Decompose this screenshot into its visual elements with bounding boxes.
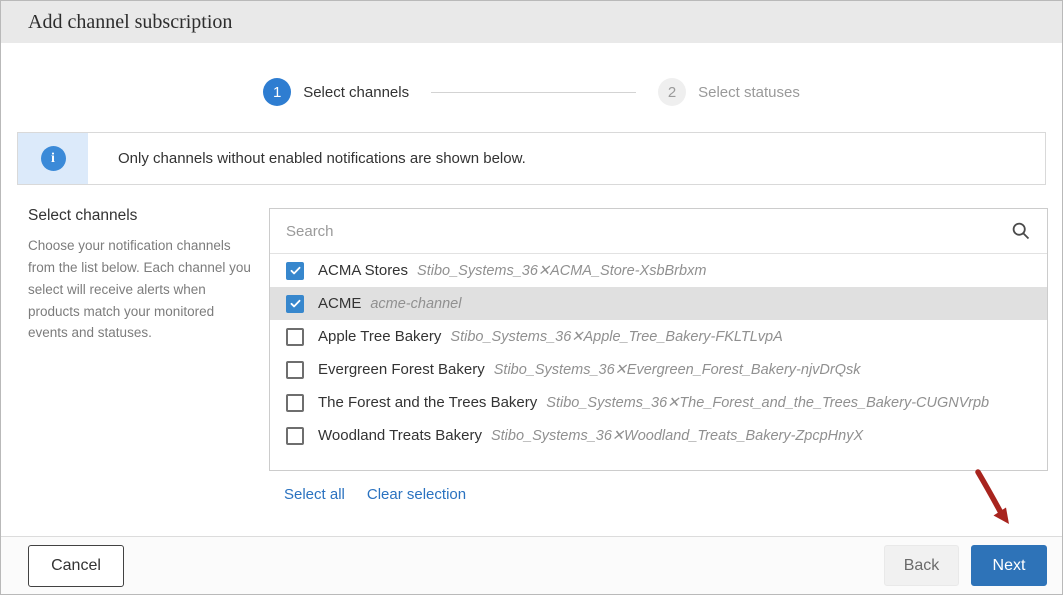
cancel-button[interactable]: Cancel bbox=[28, 545, 124, 587]
channel-name: ACME bbox=[318, 295, 361, 312]
sidebar-heading: Select channels bbox=[28, 207, 256, 225]
select-channels-sidebar: Select channels Choose your notification… bbox=[28, 207, 256, 344]
channel-checkbox[interactable] bbox=[286, 427, 304, 445]
channel-row[interactable]: Evergreen Forest Bakery Stibo_Systems_36… bbox=[270, 353, 1047, 386]
back-button[interactable]: Back bbox=[884, 545, 959, 586]
channel-checkbox[interactable] bbox=[286, 361, 304, 379]
channel-checkbox[interactable] bbox=[286, 394, 304, 412]
red-arrow-annotation bbox=[964, 463, 1024, 535]
info-banner-text: Only channels without enabled notificati… bbox=[118, 150, 526, 167]
dialog-header: Add channel subscription bbox=[1, 1, 1062, 43]
search-row bbox=[270, 209, 1047, 254]
clear-selection-link[interactable]: Clear selection bbox=[367, 486, 466, 503]
step-1-label: Select channels bbox=[303, 84, 409, 101]
channel-list-panel: ACMA Stores Stibo_Systems_36✕ACMA_Store-… bbox=[269, 208, 1048, 471]
next-button[interactable]: Next bbox=[971, 545, 1047, 586]
channel-row[interactable]: Apple Tree Bakery Stibo_Systems_36✕Apple… bbox=[270, 320, 1047, 353]
stepper-connector-line bbox=[431, 92, 636, 93]
dialog-title: Add channel subscription bbox=[28, 11, 232, 34]
search-input[interactable] bbox=[286, 223, 1011, 240]
channel-row[interactable]: ACMA Stores Stibo_Systems_36✕ACMA_Store-… bbox=[270, 254, 1047, 287]
step-1-circle: 1 bbox=[263, 78, 291, 106]
channel-name: ACMA Stores bbox=[318, 262, 408, 279]
channel-list: ACMA Stores Stibo_Systems_36✕ACMA_Store-… bbox=[270, 254, 1047, 467]
channel-row[interactable]: ACME acme-channel bbox=[270, 287, 1047, 320]
selection-links: Select all Clear selection bbox=[284, 486, 466, 503]
add-channel-subscription-dialog: Add channel subscription 1 Select channe… bbox=[0, 0, 1063, 595]
search-icon[interactable] bbox=[1011, 221, 1031, 241]
sidebar-description: Choose your notification channels from t… bbox=[28, 235, 256, 344]
channel-row[interactable]: The Forest and the Trees Bakery Stibo_Sy… bbox=[270, 386, 1047, 419]
channel-id: Stibo_Systems_36✕Apple_Tree_Bakery-FKLTL… bbox=[450, 329, 782, 345]
channel-checkbox[interactable] bbox=[286, 295, 304, 313]
channel-id: Stibo_Systems_36✕Woodland_Treats_Bakery-… bbox=[491, 428, 863, 444]
select-all-link[interactable]: Select all bbox=[284, 486, 345, 503]
channel-name: Apple Tree Bakery bbox=[318, 328, 441, 345]
channel-id: acme-channel bbox=[370, 296, 461, 312]
step-2-circle: 2 bbox=[658, 78, 686, 106]
channel-row[interactable]: Woodland Treats Bakery Stibo_Systems_36✕… bbox=[270, 419, 1047, 452]
info-icon: i bbox=[41, 146, 66, 171]
channel-name: Evergreen Forest Bakery bbox=[318, 361, 485, 378]
channel-name: The Forest and the Trees Bakery bbox=[318, 394, 537, 411]
wizard-stepper: 1 Select channels 2 Select statuses bbox=[1, 78, 1062, 106]
info-icon-block: i bbox=[18, 133, 88, 184]
channel-id: Stibo_Systems_36✕ACMA_Store-XsbBrbxm bbox=[417, 263, 706, 279]
channel-checkbox[interactable] bbox=[286, 262, 304, 280]
info-banner: i Only channels without enabled notifica… bbox=[17, 132, 1046, 185]
channel-checkbox[interactable] bbox=[286, 328, 304, 346]
dialog-footer: Cancel Back Next bbox=[1, 536, 1062, 594]
channel-id: Stibo_Systems_36✕The_Forest_and_the_Tree… bbox=[546, 395, 989, 411]
channel-id: Stibo_Systems_36✕Evergreen_Forest_Bakery… bbox=[494, 362, 861, 378]
channel-name: Woodland Treats Bakery bbox=[318, 427, 482, 444]
step-2-label: Select statuses bbox=[698, 84, 800, 101]
